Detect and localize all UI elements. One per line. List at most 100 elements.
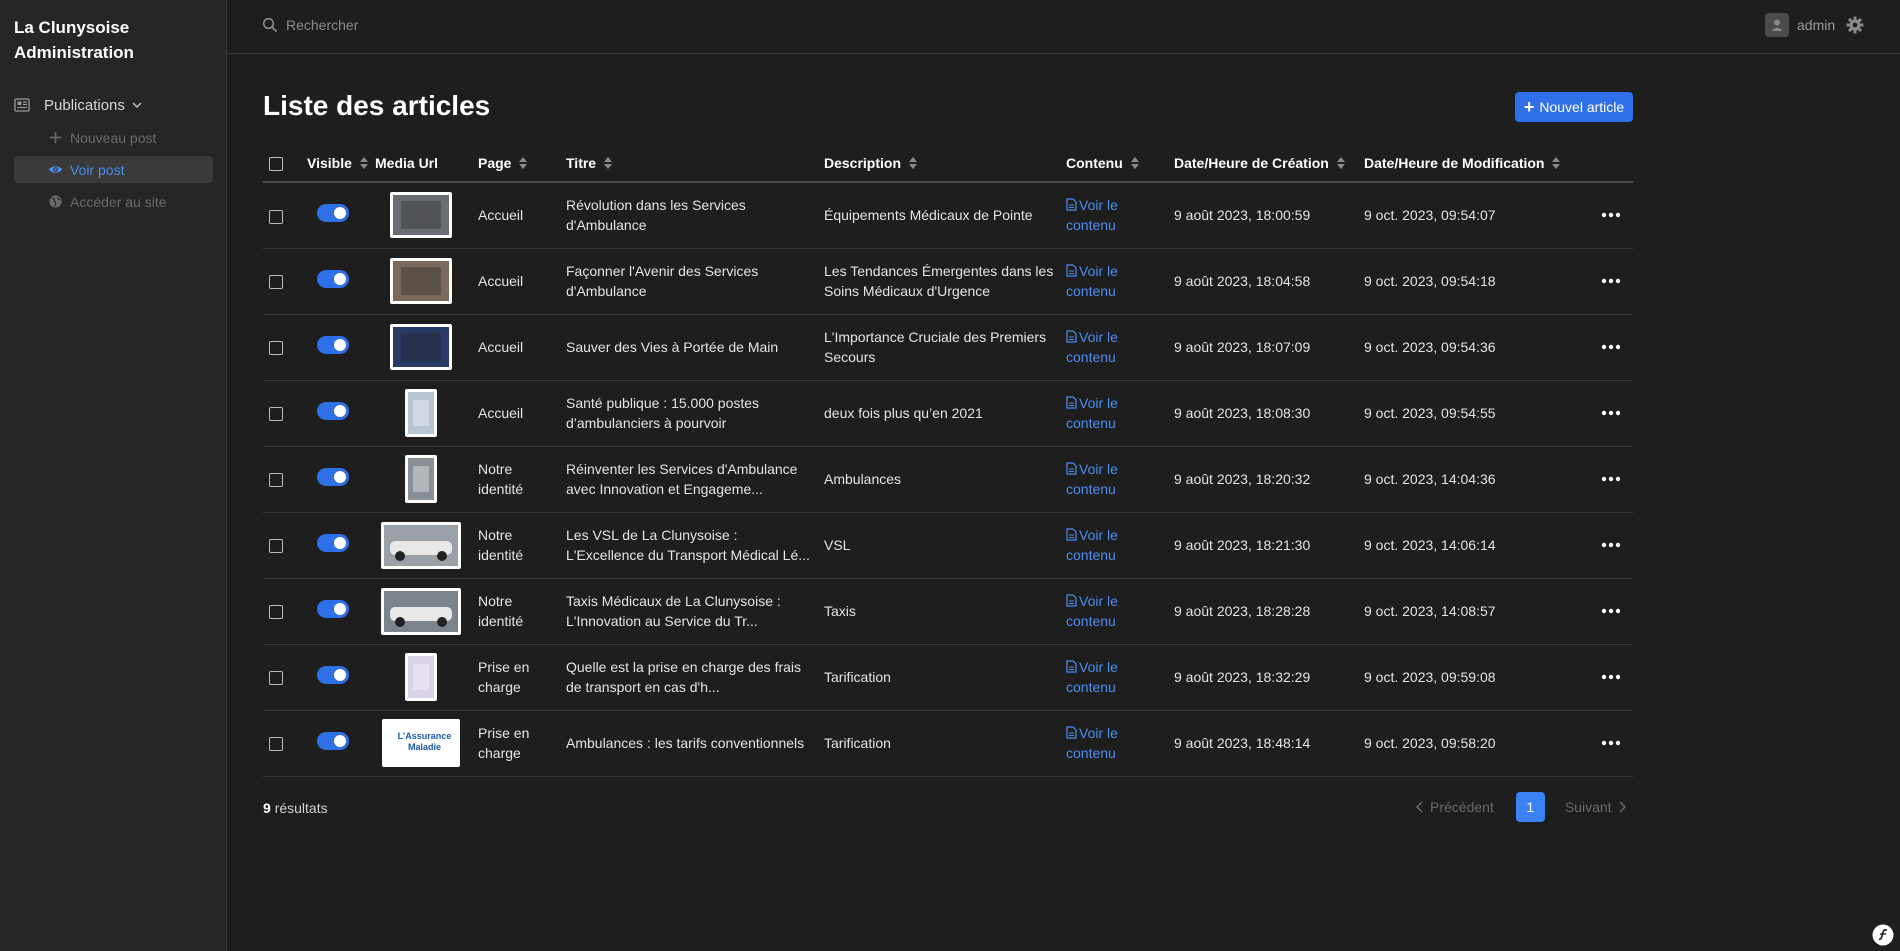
view-content-link[interactable]: Voir le contenu <box>1066 263 1118 299</box>
sort-icon <box>1552 156 1561 169</box>
more-actions-icon[interactable] <box>1601 344 1621 350</box>
description-cell: deux fois plus qu’en 2021 <box>818 380 1060 447</box>
actions-cell <box>1573 380 1633 447</box>
column-header-contenu[interactable]: Contenu <box>1060 144 1168 183</box>
visibility-toggle[interactable] <box>317 533 349 552</box>
view-content-link[interactable]: Voir le contenu <box>1066 527 1118 563</box>
titre-cell: Santé publique : 15.000 postes d’ambulan… <box>560 380 818 447</box>
contenu-cell: Voir le contenu <box>1060 182 1168 249</box>
thumbnail-image[interactable] <box>404 455 437 503</box>
row-checkbox[interactable] <box>269 737 283 752</box>
visibility-toggle[interactable] <box>317 599 349 618</box>
view-content-link[interactable]: Voir le contenu <box>1066 197 1118 233</box>
row-checkbox[interactable] <box>269 275 283 290</box>
sidebar-section-publications[interactable]: Publications <box>14 94 143 116</box>
row-checkbox[interactable] <box>269 671 283 686</box>
chevron-right-icon <box>1619 801 1626 813</box>
more-actions-icon[interactable] <box>1601 674 1621 680</box>
sidebar-item-voir-post[interactable]: Voir post <box>14 156 213 183</box>
column-header-description[interactable]: Description <box>818 144 1060 183</box>
modified-cell: 9 oct. 2023, 09:54:36 <box>1358 314 1573 381</box>
media-cell <box>369 578 472 645</box>
column-header-modified[interactable]: Date/Heure de Modification <box>1358 144 1573 183</box>
more-actions-icon[interactable] <box>1601 542 1621 548</box>
search-input[interactable] <box>286 13 586 37</box>
thumbnail-image[interactable] <box>389 192 452 239</box>
sidebar-item-acceder-site[interactable]: Accéder au site <box>14 188 213 215</box>
thumbnail-image[interactable] <box>404 389 437 437</box>
column-header-label: Media Url <box>375 154 439 171</box>
actions-cell <box>1573 710 1633 777</box>
modified-cell: 9 oct. 2023, 14:04:36 <box>1358 446 1573 513</box>
view-content-link[interactable]: Voir le contenu <box>1066 395 1118 431</box>
media-cell <box>369 248 472 315</box>
view-content-link[interactable]: Voir le contenu <box>1066 725 1118 761</box>
description-cell: VSL <box>818 512 1060 579</box>
view-content-link[interactable]: Voir le contenu <box>1066 461 1118 497</box>
column-header-titre[interactable]: Titre <box>560 144 818 183</box>
row-checkbox[interactable] <box>269 407 283 422</box>
column-header-created[interactable]: Date/Heure de Création <box>1168 144 1358 183</box>
document-icon <box>1066 330 1077 343</box>
select-all-checkbox[interactable] <box>269 156 283 171</box>
view-content-link[interactable]: Voir le contenu <box>1066 659 1118 695</box>
eye-icon <box>48 166 63 173</box>
thumbnail-image[interactable] <box>389 258 452 304</box>
more-actions-icon[interactable] <box>1601 740 1621 746</box>
row-checkbox[interactable] <box>269 539 283 554</box>
sidebar: La Clunysoise Administration Publication… <box>0 0 227 951</box>
sidebar-item-nouveau-post[interactable]: Nouveau post <box>14 124 213 151</box>
visible-cell <box>301 248 369 315</box>
visibility-toggle[interactable] <box>317 731 349 750</box>
row-checkbox[interactable] <box>269 209 283 224</box>
visibility-toggle[interactable] <box>317 467 349 486</box>
visibility-toggle[interactable] <box>317 335 349 354</box>
thumbnail-image[interactable] <box>404 653 437 701</box>
actions-cell <box>1573 644 1633 711</box>
thumbnail-image[interactable] <box>389 324 452 370</box>
new-article-button-label: Nouvel article <box>1539 99 1625 115</box>
gear-icon[interactable] <box>1846 16 1864 34</box>
table-row: Notre identité Réinventer les Services d'… <box>263 446 1633 513</box>
more-actions-icon[interactable] <box>1601 608 1621 614</box>
row-checkbox[interactable] <box>269 473 283 488</box>
titre-cell: Les VSL de La Clunysoise : L'Excellence … <box>560 512 818 579</box>
visibility-toggle[interactable] <box>317 269 349 288</box>
user-name[interactable]: admin <box>1797 17 1835 33</box>
brand-title[interactable]: La Clunysoise Administration <box>14 15 214 65</box>
column-header-label: Page <box>478 154 512 171</box>
more-actions-icon[interactable] <box>1601 278 1621 284</box>
pagination-prev[interactable]: Précédent <box>1416 799 1494 815</box>
visible-cell <box>301 182 369 249</box>
avatar[interactable] <box>1765 13 1789 37</box>
row-checkbox[interactable] <box>269 605 283 620</box>
visibility-toggle[interactable] <box>317 401 349 420</box>
document-icon <box>1066 726 1077 739</box>
pagination-next[interactable]: Suivant <box>1565 799 1626 815</box>
pagination-page-1[interactable]: 1 <box>1515 792 1545 822</box>
column-header-page[interactable]: Page <box>472 144 560 183</box>
symfony-toolbar-icon[interactable] <box>1872 924 1894 946</box>
view-content-link[interactable]: Voir le contenu <box>1066 593 1118 629</box>
description-cell: Tarification <box>818 710 1060 777</box>
plus-icon: + <box>1523 97 1535 117</box>
actions-cell <box>1573 578 1633 645</box>
visibility-toggle[interactable] <box>317 203 349 222</box>
page-cell: Notre identité <box>472 578 560 645</box>
description-cell: L'Importance Cruciale des Premiers Secou… <box>818 314 1060 381</box>
more-actions-icon[interactable] <box>1601 212 1621 218</box>
row-checkbox[interactable] <box>269 341 283 356</box>
new-article-button[interactable]: + Nouvel article <box>1515 92 1633 122</box>
thumbnail-image[interactable] <box>380 521 461 569</box>
more-actions-icon[interactable] <box>1601 476 1621 482</box>
more-actions-icon[interactable] <box>1601 410 1621 416</box>
visibility-toggle[interactable] <box>317 665 349 684</box>
media-cell <box>369 644 472 711</box>
view-content-link[interactable]: Voir le contenu <box>1066 329 1118 365</box>
created-cell: 9 août 2023, 18:28:28 <box>1168 578 1358 645</box>
thumbnail-image[interactable] <box>380 587 461 635</box>
column-header-visible[interactable]: Visible <box>301 144 369 183</box>
thumbnail-image[interactable]: L'Assurance Maladie <box>381 719 460 767</box>
pagination-next-label: Suivant <box>1564 799 1612 815</box>
table-row: Accueil Santé publique : 15.000 postes d’… <box>263 380 1633 447</box>
